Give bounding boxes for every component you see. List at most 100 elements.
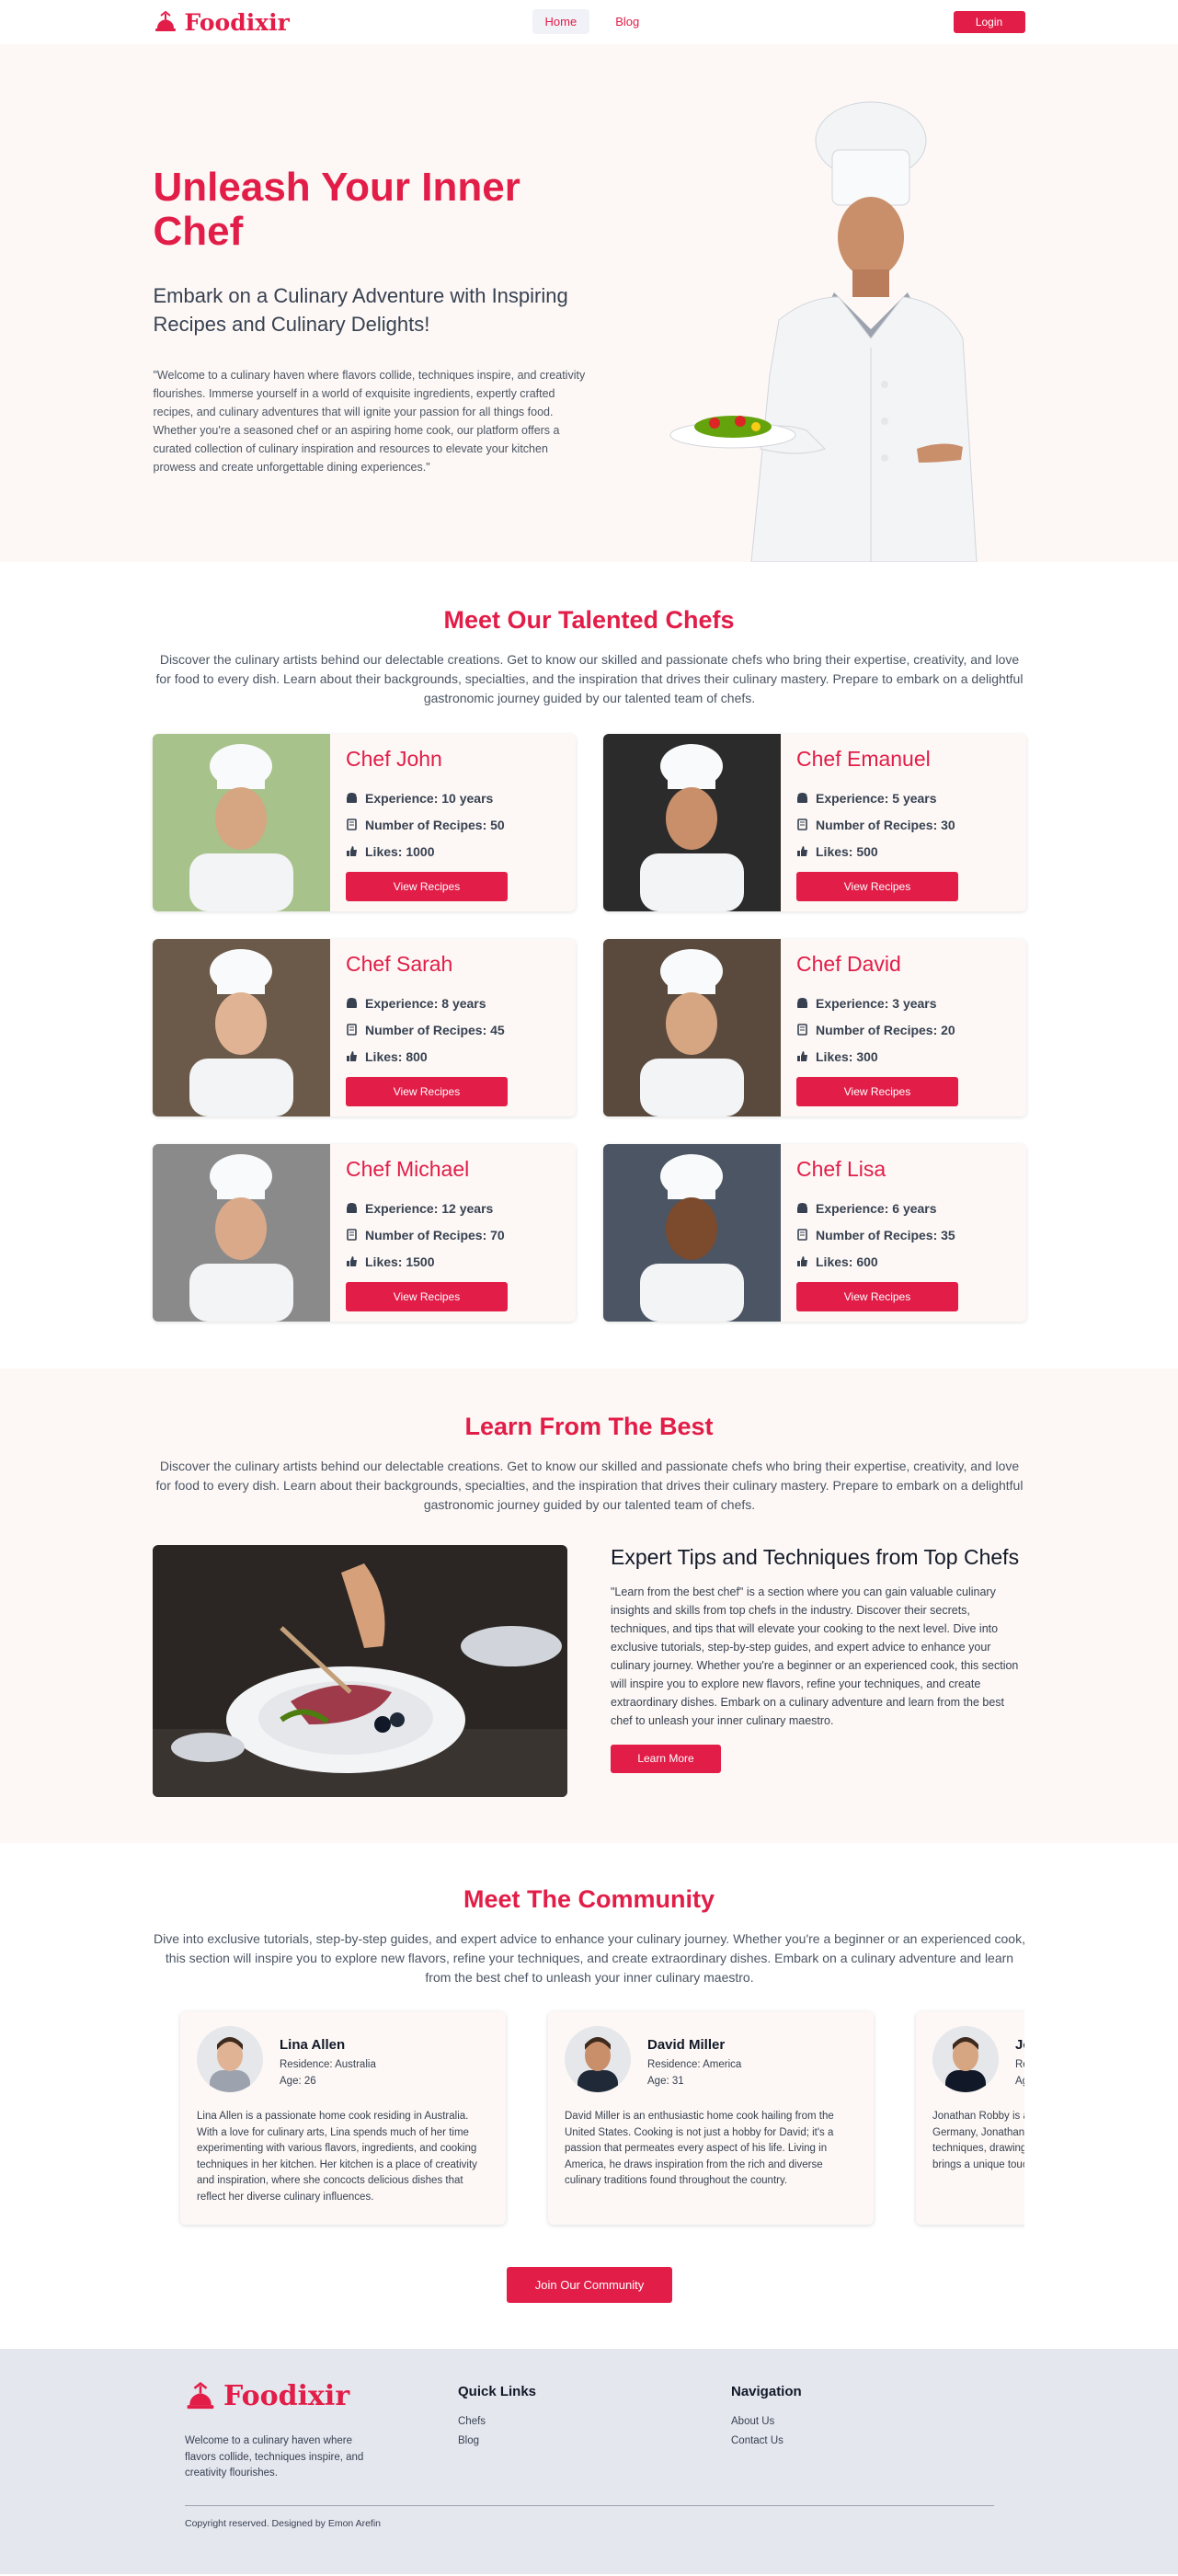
chef-recipes: Number of Recipes: 70 (346, 1221, 505, 1248)
learn-section: Learn From The Best Discover the culinar… (0, 1368, 1178, 1843)
chef-recipes: Number of Recipes: 35 (796, 1221, 955, 1248)
footer-divider (185, 2505, 994, 2506)
chef-photo (603, 734, 781, 911)
chef-experience-text: Experience: 5 years (816, 790, 937, 806)
chefs-section-description: Discover the culinary artists behind our… (155, 652, 1024, 705)
chef-experience: Experience: 10 years (346, 784, 505, 811)
footer-link-blog[interactable]: Blog (458, 2432, 536, 2451)
thumbs-up-icon (347, 1256, 357, 1266)
chef-likes-text: Likes: 500 (816, 843, 878, 859)
join-community-button[interactable]: Join Our Community (507, 2267, 672, 2303)
learn-section-title: Learn From The Best (464, 1413, 714, 1440)
view-recipes-button[interactable]: View Recipes (796, 872, 958, 901)
chef-recipes: Number of Recipes: 50 (346, 811, 505, 838)
chef-info: Chef John Experience: 10 years Number of R… (346, 747, 505, 864)
view-recipes-button[interactable]: View Recipes (346, 872, 508, 901)
chef-experience-text: Experience: 8 years (365, 995, 486, 1011)
view-recipes-button[interactable]: View Recipes (346, 1282, 508, 1311)
chef-likes-text: Likes: 600 (816, 1254, 878, 1269)
member-residence: Residence: America (647, 2059, 742, 2070)
hat-icon (797, 998, 807, 1008)
chef-likes-text: Likes: 300 (816, 1048, 878, 1064)
chef-card: Chef Emanuel Experience: 5 years Number of… (603, 734, 1026, 911)
footer-about: Welcome to a culinary haven where flavor… (185, 2435, 364, 2479)
chef-experience: Experience: 8 years (346, 990, 505, 1016)
hero-subtitle: Embark on a Culinary Adventure with Insp… (153, 284, 568, 336)
brand-name: Foodixir (184, 8, 290, 36)
chef-photo (603, 1144, 781, 1322)
chef-experience-text: Experience: 3 years (816, 995, 937, 1011)
chef-experience: Experience: 6 years (796, 1195, 955, 1221)
chef-experience: Experience: 3 years (796, 990, 955, 1016)
chef-recipes: Number of Recipes: 30 (796, 811, 955, 838)
chef-likes-text: Likes: 1000 (365, 843, 435, 859)
community-section-title: Meet The Community (463, 1885, 715, 1913)
community-section-description: Dive into exclusive tutorials, step-by-s… (154, 1931, 1025, 1985)
learn-more-button[interactable]: Learn More (611, 1745, 721, 1773)
member-age: Age: 31 (647, 2076, 684, 2087)
member-bio: Lina Allen is a passionate home cook res… (197, 2111, 477, 2203)
community-carousel[interactable]: Lina Allen Residence: Australia Age: 26 Lin… (153, 2006, 1024, 2231)
book-icon (797, 1024, 807, 1036)
community-member-card: Jonathan Robby Residence: Germany Age: 29 J… (916, 2011, 1024, 2225)
chef-photo (153, 734, 330, 911)
learn-heading: Expert Tips and Techniques from Top Chef… (611, 1545, 1020, 1569)
view-recipes-button[interactable]: View Recipes (796, 1282, 958, 1311)
footer-link-contact[interactable]: Contact Us (731, 2432, 802, 2451)
footer-quick-links: Quick Links Chefs Blog (458, 2384, 536, 2451)
learn-text-block: Expert Tips and Techniques from Top Chef… (611, 1545, 1024, 1773)
member-residence: Residence: Australia (280, 2059, 376, 2070)
chef-experience-text: Experience: 6 years (816, 1200, 937, 1216)
top-nav: Foodixir Home Blog Login (0, 0, 1178, 44)
chef-experience: Experience: 5 years (796, 784, 955, 811)
hat-icon (347, 793, 357, 803)
chef-likes: Likes: 500 (796, 838, 955, 864)
thumbs-up-icon (347, 846, 357, 856)
chef-card: Chef John Experience: 10 years Number of R… (153, 734, 576, 911)
community-member-card: David Miller Residence: America Age: 31 Dav… (548, 2011, 874, 2225)
footer-navigation: Navigation About Us Contact Us (731, 2384, 802, 2451)
hero-section: Unleash Your Inner Chef Embark on a Culi… (0, 44, 1178, 562)
member-bio: Jonathan Robby is a home cook from Germa… (932, 2111, 1024, 2170)
book-icon (347, 819, 357, 830)
chef-likes: Likes: 1000 (346, 838, 505, 864)
nav-link-blog[interactable]: Blog (602, 9, 652, 34)
footer-link-chefs[interactable]: Chefs (458, 2412, 536, 2432)
chef-card: Chef David Experience: 3 years Number of R… (603, 939, 1026, 1116)
view-recipes-button[interactable]: View Recipes (346, 1077, 508, 1106)
chef-info: Chef Sarah Experience: 8 years Number of R… (346, 952, 505, 1070)
book-icon (797, 1229, 807, 1241)
book-icon (347, 1024, 357, 1036)
chef-hat-icon (187, 2381, 214, 2409)
footer: Foodixir Welcome to a culinary haven whe… (0, 2349, 1178, 2574)
thumbs-up-icon (797, 1256, 807, 1266)
footer-link-about[interactable]: About Us (731, 2412, 802, 2432)
chefs-section-title: Meet Our Talented Chefs (443, 606, 735, 634)
chef-name: Chef Michael (346, 1157, 470, 1181)
footer-navigation-title: Navigation (731, 2384, 802, 2399)
chef-recipes-text: Number of Recipes: 70 (365, 1227, 505, 1242)
chefs-section: Meet Our Talented Chefs Discover the cul… (0, 562, 1178, 1368)
chef-likes: Likes: 1500 (346, 1248, 505, 1275)
login-button[interactable]: Login (953, 11, 1025, 33)
chef-likes-text: Likes: 1500 (365, 1254, 435, 1269)
chef-card: Chef Michael Experience: 12 years Number o… (153, 1144, 576, 1322)
avatar (932, 2026, 999, 2092)
community-section: Meet The Community Dive into exclusive t… (0, 1843, 1178, 2349)
footer-quick-links-title: Quick Links (458, 2384, 537, 2399)
learn-paragraph: "Learn from the best chef" is a section … (611, 1586, 1019, 1727)
chef-recipes: Number of Recipes: 45 (346, 1016, 505, 1043)
nav-link-home[interactable]: Home (532, 9, 590, 34)
view-recipes-button[interactable]: View Recipes (796, 1077, 958, 1106)
chef-recipes: Number of Recipes: 20 (796, 1016, 955, 1043)
brand-logo[interactable]: Foodixir (154, 9, 290, 36)
chef-recipes-text: Number of Recipes: 45 (365, 1022, 505, 1037)
hero-chef-image (669, 101, 978, 562)
chef-name: Chef Emanuel (796, 747, 931, 771)
chef-info: Chef Lisa Experience: 6 years Number of Re… (796, 1157, 955, 1275)
hat-icon (797, 1203, 807, 1213)
hero-title: Unleash Your Inner Chef (153, 165, 520, 254)
footer-brand-name: Foodixir (223, 2380, 350, 2412)
plating-image (153, 1545, 567, 1797)
footer-logo[interactable]: Foodixir (185, 2380, 349, 2412)
